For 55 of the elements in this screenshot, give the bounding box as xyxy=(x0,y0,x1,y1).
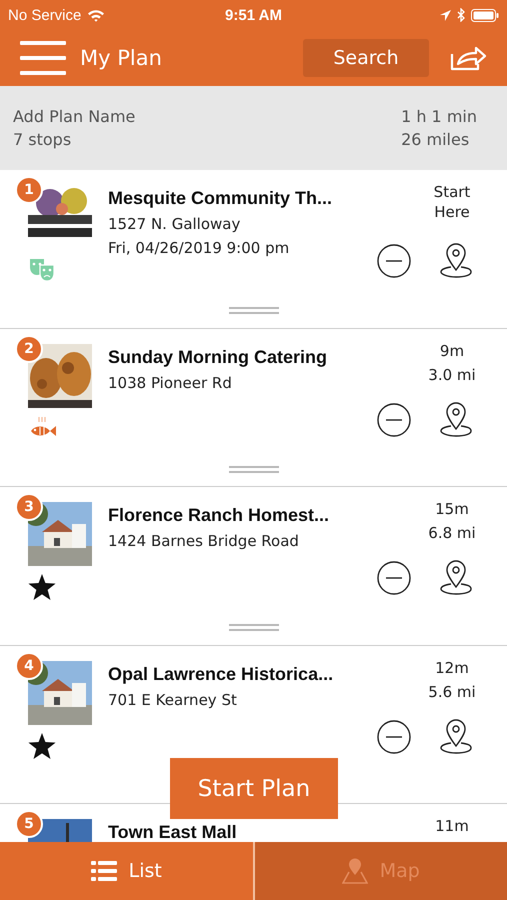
stop-address: 1038 Pioneer Rd xyxy=(108,374,233,392)
remove-icon[interactable] xyxy=(377,244,411,278)
remove-icon[interactable] xyxy=(377,561,411,595)
wifi-icon xyxy=(87,8,106,22)
plan-name-field[interactable]: Add Plan Name xyxy=(13,107,136,126)
total-distance: 26 miles xyxy=(401,130,470,149)
event-date: Fri, 04/26/2019 9:00 pm xyxy=(108,239,290,257)
map-pin-icon[interactable] xyxy=(439,718,473,754)
stop-address: 701 E Kearney St xyxy=(108,690,238,708)
bluetooth-icon xyxy=(457,8,465,22)
stop-name: Florence Ranch Homest... xyxy=(108,506,330,524)
stop-number-badge: 5 xyxy=(15,810,43,838)
travel-time: 9m xyxy=(440,340,464,360)
map-pin-icon[interactable] xyxy=(439,242,473,278)
stop-name: Opal Lawrence Historica... xyxy=(108,664,334,682)
map-pin-icon[interactable] xyxy=(439,559,473,595)
share-icon[interactable] xyxy=(449,44,487,72)
stop-number-badge: 4 xyxy=(15,652,43,680)
drag-handle-icon[interactable] xyxy=(229,307,279,314)
star-icon xyxy=(28,574,56,600)
stop-name: Sunday Morning Catering xyxy=(108,348,328,366)
remove-icon[interactable] xyxy=(377,402,411,436)
stop-row[interactable]: 2 Sunday Morning Catering 1038 Pioneer Rd 9m 3.0 mi xyxy=(0,328,507,487)
remove-icon[interactable] xyxy=(377,720,411,754)
location-arrow-icon xyxy=(440,10,451,20)
stop-count: 7 stops xyxy=(13,130,72,149)
drag-handle-icon[interactable] xyxy=(229,466,279,472)
total-duration: 1 h 1 min xyxy=(401,107,477,126)
start-note: Start Here xyxy=(432,182,472,222)
stop-name: Town East Mall xyxy=(108,823,238,841)
map-pin-icon[interactable] xyxy=(439,400,473,436)
travel-distance: 3.0 mi xyxy=(428,364,476,384)
map-pin-icon xyxy=(342,858,368,884)
stop-address: 1424 Barnes Bridge Road xyxy=(108,532,300,550)
list-icon xyxy=(90,861,117,881)
stop-name: Mesquite Community Th... xyxy=(108,189,334,207)
carrier-label: No Service xyxy=(8,6,82,24)
stop-row[interactable]: 3 Florence Ranch Homest... 1424 Barnes Bridge Road 15m 6.8 mi xyxy=(0,487,507,646)
stop-address: 1527 N. Galloway xyxy=(108,215,242,233)
travel-distance: 6.8 mi xyxy=(428,523,476,543)
stop-number-badge: 2 xyxy=(15,334,43,362)
travel-distance: 5.6 mi xyxy=(428,682,476,702)
stop-number-badge: 3 xyxy=(15,493,43,521)
travel-time: 12m xyxy=(435,658,469,678)
search-button[interactable]: Search xyxy=(303,39,429,77)
star-icon xyxy=(28,732,56,758)
clock-time: 9:51 AM xyxy=(225,6,282,24)
screen-title: My Plan xyxy=(80,46,163,70)
menu-icon[interactable] xyxy=(20,41,66,75)
travel-time: 15m xyxy=(435,499,469,519)
drag-handle-icon[interactable] xyxy=(229,624,279,631)
stop-row[interactable]: 1 Mesquite Community Th... 1527 N. Galloway Fri, 04/26/2019 9:00 pm Start Here xyxy=(0,170,507,328)
stop-number-badge: 1 xyxy=(15,176,43,204)
travel-time: 11m xyxy=(435,816,469,836)
battery-icon xyxy=(471,8,499,22)
